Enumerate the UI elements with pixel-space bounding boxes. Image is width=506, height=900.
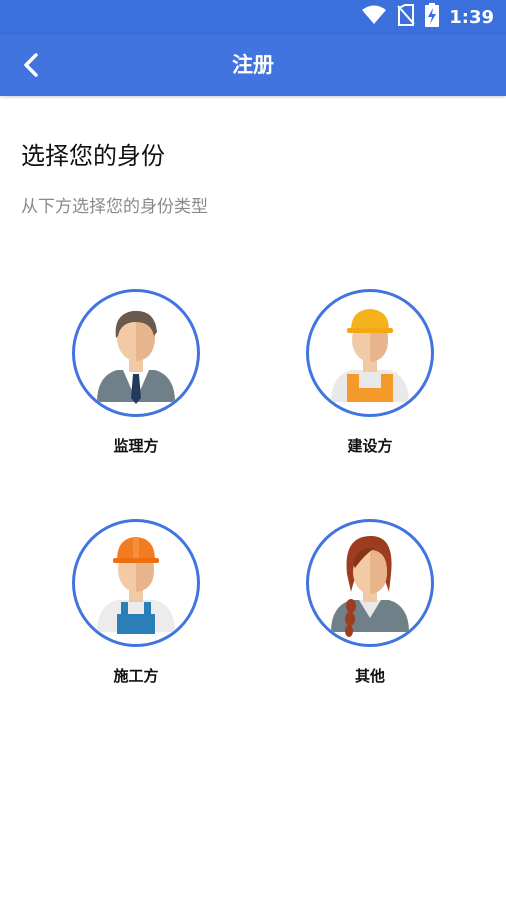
role-label: 监理方 (113, 437, 159, 455)
status-icons: 1:39 (361, 3, 494, 31)
subheading: 从下方选择您的身份类型 (21, 197, 208, 217)
role-label: 施工方 (113, 667, 159, 685)
page-title: 注册 (232, 53, 274, 77)
heading: 选择您的身份 (21, 142, 165, 170)
supervisor-avatar (72, 289, 200, 417)
status-bar: 1:39 (0, 0, 506, 34)
role-option-owner[interactable]: 建设方 (290, 289, 450, 456)
no-sim-icon (397, 4, 415, 30)
role-option-construction[interactable]: 施工方 (56, 519, 216, 686)
status-time: 1:39 (449, 6, 494, 28)
role-option-other[interactable]: 其他 (290, 519, 450, 686)
battery-charging-icon (425, 3, 440, 31)
construction-worker-avatar (72, 519, 200, 647)
role-option-supervisor[interactable]: 监理方 (56, 289, 216, 456)
owner-worker-avatar (306, 289, 434, 417)
role-label: 其他 (354, 667, 385, 685)
other-woman-avatar (306, 519, 434, 647)
role-label: 建设方 (347, 437, 393, 455)
wifi-icon (361, 5, 387, 29)
app-bar: 注册 (0, 34, 506, 96)
